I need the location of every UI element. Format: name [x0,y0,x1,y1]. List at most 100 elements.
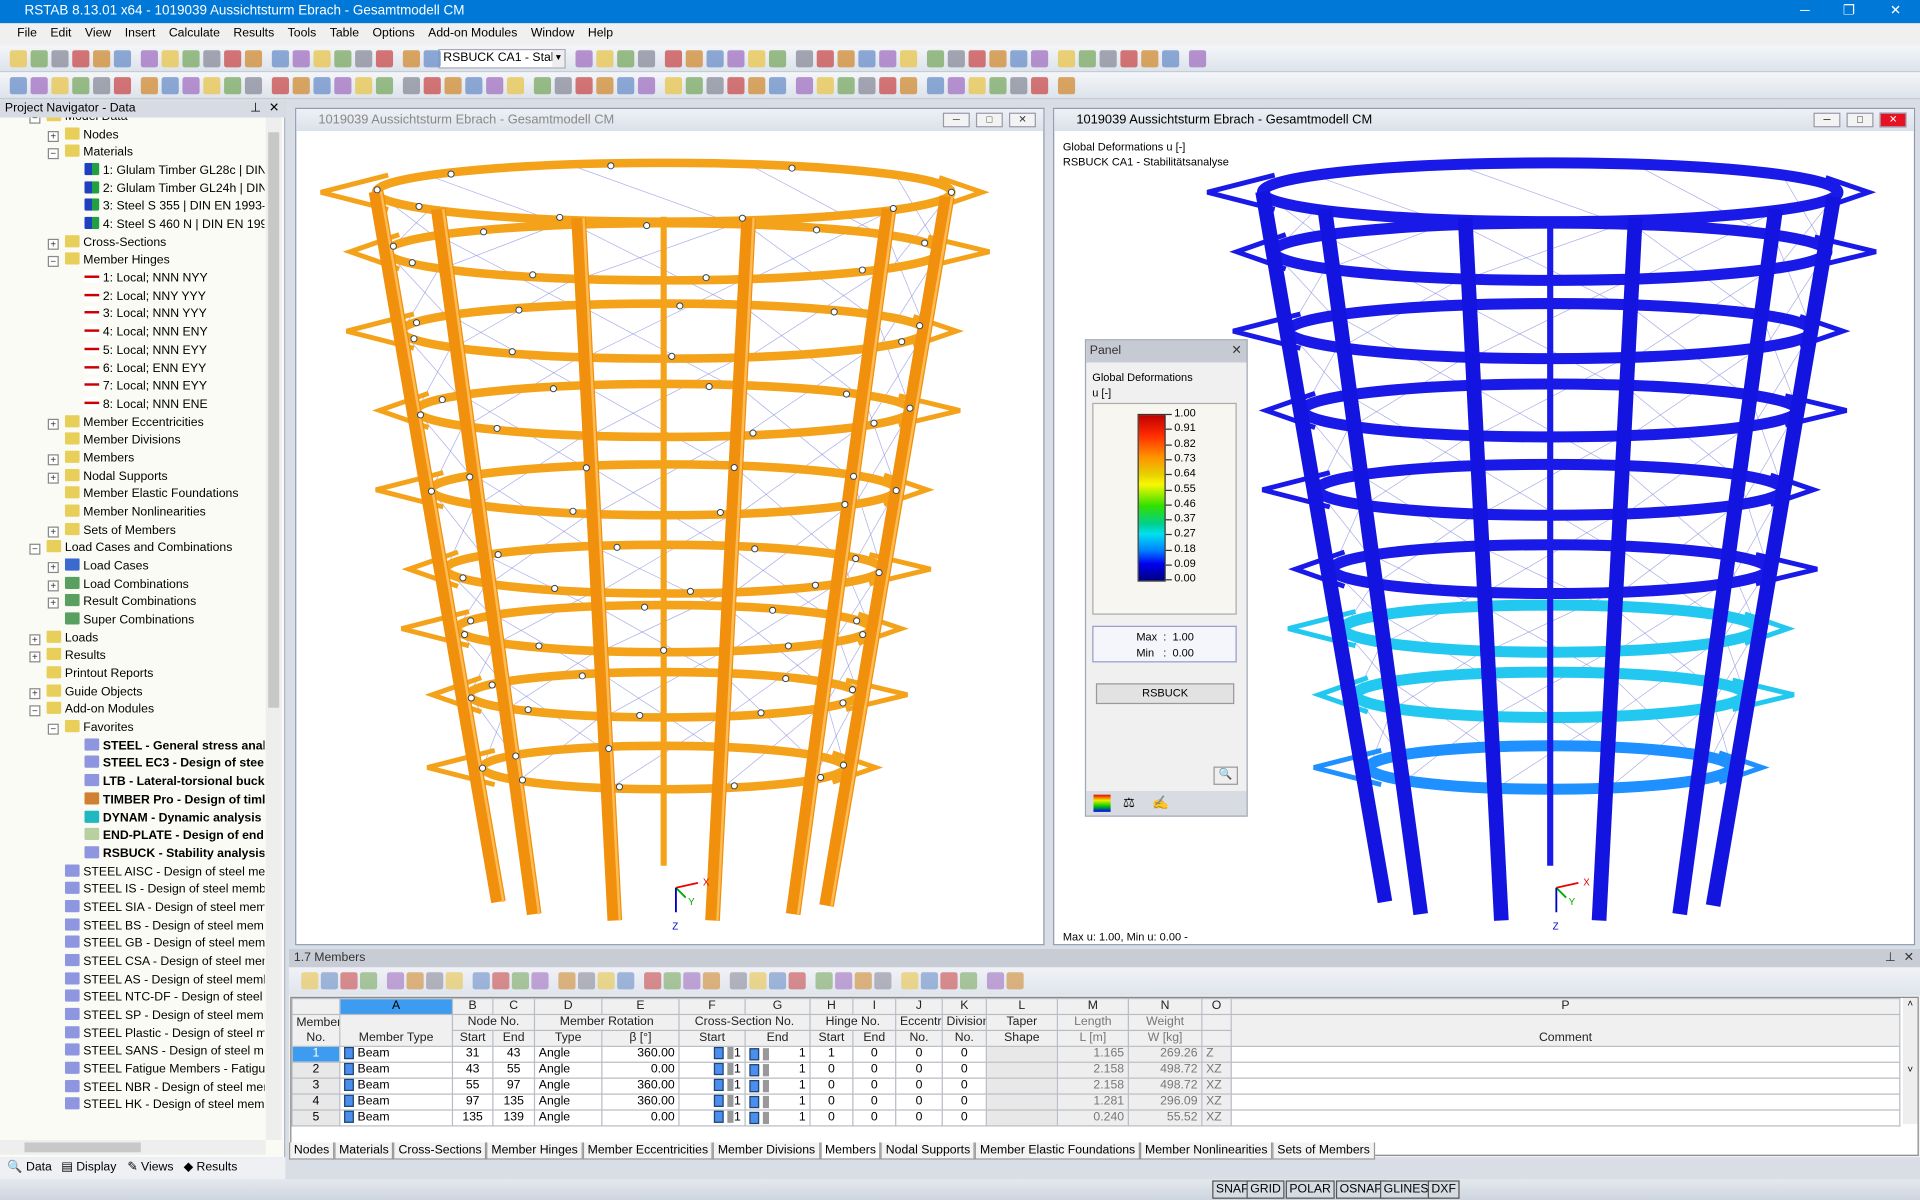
table-tab-cross-sections[interactable]: Cross-Sections [393,1142,487,1160]
cell-w[interactable]: 55.52 [1127,1109,1203,1127]
toolbar-button-icon[interactable] [1188,50,1207,68]
column-letter[interactable]: C [492,997,536,1016]
table-toolbar-button-icon[interactable] [920,972,938,990]
table-toolbar-button-icon[interactable] [729,972,747,990]
tree-item[interactable]: Member Nonlinearities [64,504,265,521]
tree-item[interactable]: Member Hinges [64,252,265,270]
toolbar-button-icon[interactable] [313,50,331,68]
toolbar-button-icon[interactable] [858,77,876,95]
tree-item[interactable]: STEEL HK - Design of steel membe [64,1097,264,1115]
cell-ne[interactable]: 97 [492,1077,536,1095]
toolbar-button-icon[interactable] [292,77,310,95]
table-toolbar-button-icon[interactable] [386,972,405,990]
toolbar-button-icon[interactable] [748,50,766,68]
table-toolbar-button-icon[interactable] [340,972,358,990]
cell-beta[interactable]: 360.00 [601,1045,680,1063]
toolbar-button-icon[interactable] [617,50,635,68]
toolbar-button-icon[interactable] [748,77,766,95]
toolbar-button-icon[interactable] [637,50,656,68]
restore-button[interactable]: ❐ [1827,0,1871,23]
cell-ns[interactable]: 31 [451,1045,494,1063]
minimize-button[interactable]: ─ [1783,0,1827,23]
column-letter[interactable]: N [1127,997,1203,1016]
cell-len[interactable]: 2.158 [1056,1061,1129,1079]
toolbar-button-icon[interactable] [355,77,373,95]
table-row[interactable]: 3 Beam 55 97 Angle 360.00 1 1 0 0 0 0 2.158 498.72 XZ [291,1077,1901,1095]
toolbar-button-icon[interactable] [596,50,614,68]
tree-item[interactable]: STEEL Fatigue Members - Fatigue [64,1061,264,1079]
cell-hs[interactable]: 0 [809,1093,854,1111]
toolbar-button-icon[interactable] [727,77,745,95]
status-polar-toggle[interactable]: POLAR [1285,1180,1335,1199]
toolbar-button-icon[interactable] [486,77,504,95]
toolbar-button-icon[interactable] [1078,50,1096,68]
table-toolbar-button-icon[interactable] [617,972,635,990]
toolbar-button-icon[interactable] [900,50,918,68]
cell-hs[interactable]: 0 [809,1061,854,1079]
nav-tab-display[interactable]: ▤ Display [61,1157,116,1179]
collapse-icon[interactable]: − [29,544,41,556]
expand-icon[interactable]: + [47,418,59,430]
tree-item[interactable]: 4: Steel S 460 N | DIN EN 1993-1 [84,216,264,234]
cell-ns[interactable]: 55 [451,1077,494,1095]
table-toolbar-button-icon[interactable] [301,972,319,990]
pin-icon[interactable]: ⊥ [250,100,261,117]
table-toolbar-button-icon[interactable] [901,972,919,990]
tree-item[interactable]: Model Data [46,117,265,127]
cell-he[interactable]: 0 [852,1045,897,1063]
tree-item[interactable]: STEEL AISC - Design of steel mem [64,863,264,881]
toolbar-button-icon[interactable] [375,50,394,68]
table-toolbar-button-icon[interactable] [531,972,549,990]
cell-rt[interactable]: Angle [533,1061,603,1079]
tree-item[interactable]: STEEL AS - Design of steel membe [64,971,264,989]
toolbar-button-icon[interactable] [271,50,289,68]
cell-type[interactable]: Beam [339,1093,454,1111]
zoom-icon[interactable]: 🔍 [1213,766,1238,785]
toolbar-button-icon[interactable] [51,50,69,68]
toolbar-button-icon[interactable] [72,77,90,95]
menu-insert[interactable]: Insert [125,27,156,40]
tree-item[interactable]: 1: Glulam Timber GL28c | DIN E [84,162,264,180]
expand-icon[interactable]: + [29,651,41,663]
cell-comment[interactable] [1230,1093,1901,1111]
toolbar-button-icon[interactable] [30,77,48,95]
column-letter[interactable]: B [451,997,494,1016]
menu-file[interactable]: File [17,27,37,40]
cell-beta[interactable]: 360.00 [601,1077,680,1095]
toolbar-button-icon[interactable] [1031,77,1049,95]
cell-he[interactable]: 0 [852,1109,897,1127]
expand-icon[interactable]: + [47,562,59,574]
table-toolbar-button-icon[interactable] [320,972,338,990]
toolbar-button-icon[interactable] [989,50,1007,68]
cell-hs[interactable]: 0 [809,1109,854,1127]
toolbar-button-icon[interactable] [244,77,263,95]
table-toolbar-button-icon[interactable] [749,972,767,990]
tree-item[interactable]: Member Divisions [64,432,265,450]
cell-ce[interactable]: 1 [744,1045,811,1063]
column-letter[interactable]: M [1056,997,1129,1016]
nav-tab-views[interactable]: ✎ Views [127,1157,173,1179]
tree-item[interactable]: STEEL SANS - Design of steel mem [64,1043,264,1061]
structure-model-3d[interactable]: XY Z [296,131,1043,944]
cell-beta[interactable]: 0.00 [601,1061,680,1079]
toolbar-button-icon[interactable] [161,50,179,68]
toolbar-button-icon[interactable] [292,50,310,68]
status-glines-toggle[interactable]: GLINES [1380,1180,1433,1199]
column-letter[interactable]: E [601,997,680,1016]
cell-w[interactable]: 498.72 [1127,1061,1203,1079]
toolbar-button-icon[interactable] [575,77,593,95]
toolbar-button-icon[interactable] [423,50,441,68]
expand-icon[interactable]: + [47,454,59,466]
cell-comment[interactable] [1230,1061,1901,1079]
tree-item[interactable]: DYNAM - Dynamic analysis [84,810,264,827]
toolbar-button-icon[interactable] [816,50,834,68]
table-toolbar-button-icon[interactable] [702,972,721,990]
column-letter[interactable]: A [339,997,454,1016]
tree-item[interactable]: LTB - Lateral-torsional buckli [84,774,264,791]
cell-taper[interactable] [985,1061,1058,1079]
close-button[interactable]: ✕ [1879,112,1907,128]
table-toolbar-button-icon[interactable] [472,972,490,990]
toolbar-button-icon[interactable] [947,50,965,68]
cell-ne[interactable]: 139 [492,1109,536,1127]
toolbar-button-icon[interactable] [423,77,441,95]
